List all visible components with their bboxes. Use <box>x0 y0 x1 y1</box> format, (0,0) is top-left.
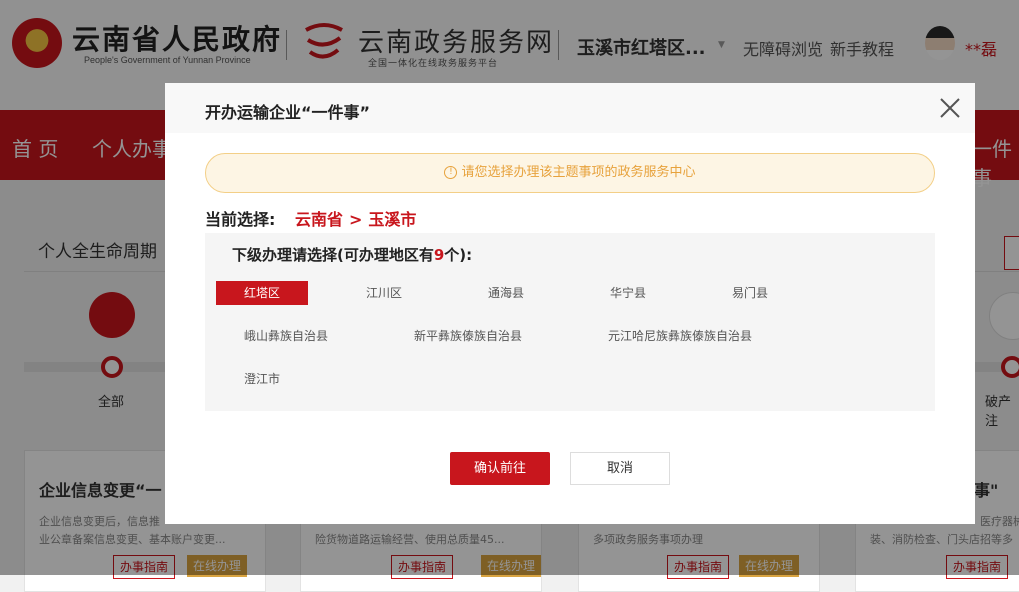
region-list-panel: 下级办理请选择(可办理地区有9个): 红塔区 江川区 通海县 华宁县 易门县 峨… <box>205 233 935 411</box>
region-option-selected[interactable]: 红塔区 <box>216 281 308 305</box>
current-selection-label: 当前选择: <box>205 210 276 229</box>
heading-prefix: 下级办理请选择(可办理地区有 <box>232 246 434 264</box>
region-option[interactable]: 通海县 <box>488 281 524 305</box>
dialog-title: 开办运输企业“一件事” <box>205 103 371 122</box>
confirm-button[interactable]: 确认前往 <box>450 452 550 485</box>
close-icon[interactable] <box>939 97 961 119</box>
region-option[interactable]: 易门县 <box>732 281 768 305</box>
breadcrumb: 云南省 > 玉溪市 <box>295 206 416 230</box>
breadcrumb-province[interactable]: 云南省 <box>295 210 343 229</box>
cancel-button[interactable]: 取消 <box>570 452 670 485</box>
dialog-header: 开办运输企业“一件事” <box>165 83 975 133</box>
region-option[interactable]: 新平彝族傣族自治县 <box>414 324 522 348</box>
region-option[interactable]: 华宁县 <box>610 281 646 305</box>
breadcrumb-city[interactable]: 玉溪市 <box>368 210 416 229</box>
heading-suffix: 个): <box>444 246 473 264</box>
region-option[interactable]: 澄江市 <box>244 367 280 391</box>
notice-banner: ! 请您选择办理该主题事项的政务服务中心 <box>205 153 935 193</box>
region-option[interactable]: 峨山彝族自治县 <box>244 324 328 348</box>
info-icon: ! <box>444 166 458 179</box>
notice-text: 请您选择办理该主题事项的政务服务中心 <box>461 165 696 180</box>
region-list-heading: 下级办理请选择(可办理地区有9个): <box>232 244 472 265</box>
region-count: 9 <box>433 246 445 264</box>
region-option[interactable]: 元江哈尼族彝族傣族自治县 <box>608 324 752 348</box>
region-option[interactable]: 江川区 <box>366 281 402 305</box>
region-select-dialog: 开办运输企业“一件事” ! 请您选择办理该主题事项的政务服务中心 当前选择: 云南… <box>165 83 975 524</box>
breadcrumb-separator: > <box>349 210 363 229</box>
